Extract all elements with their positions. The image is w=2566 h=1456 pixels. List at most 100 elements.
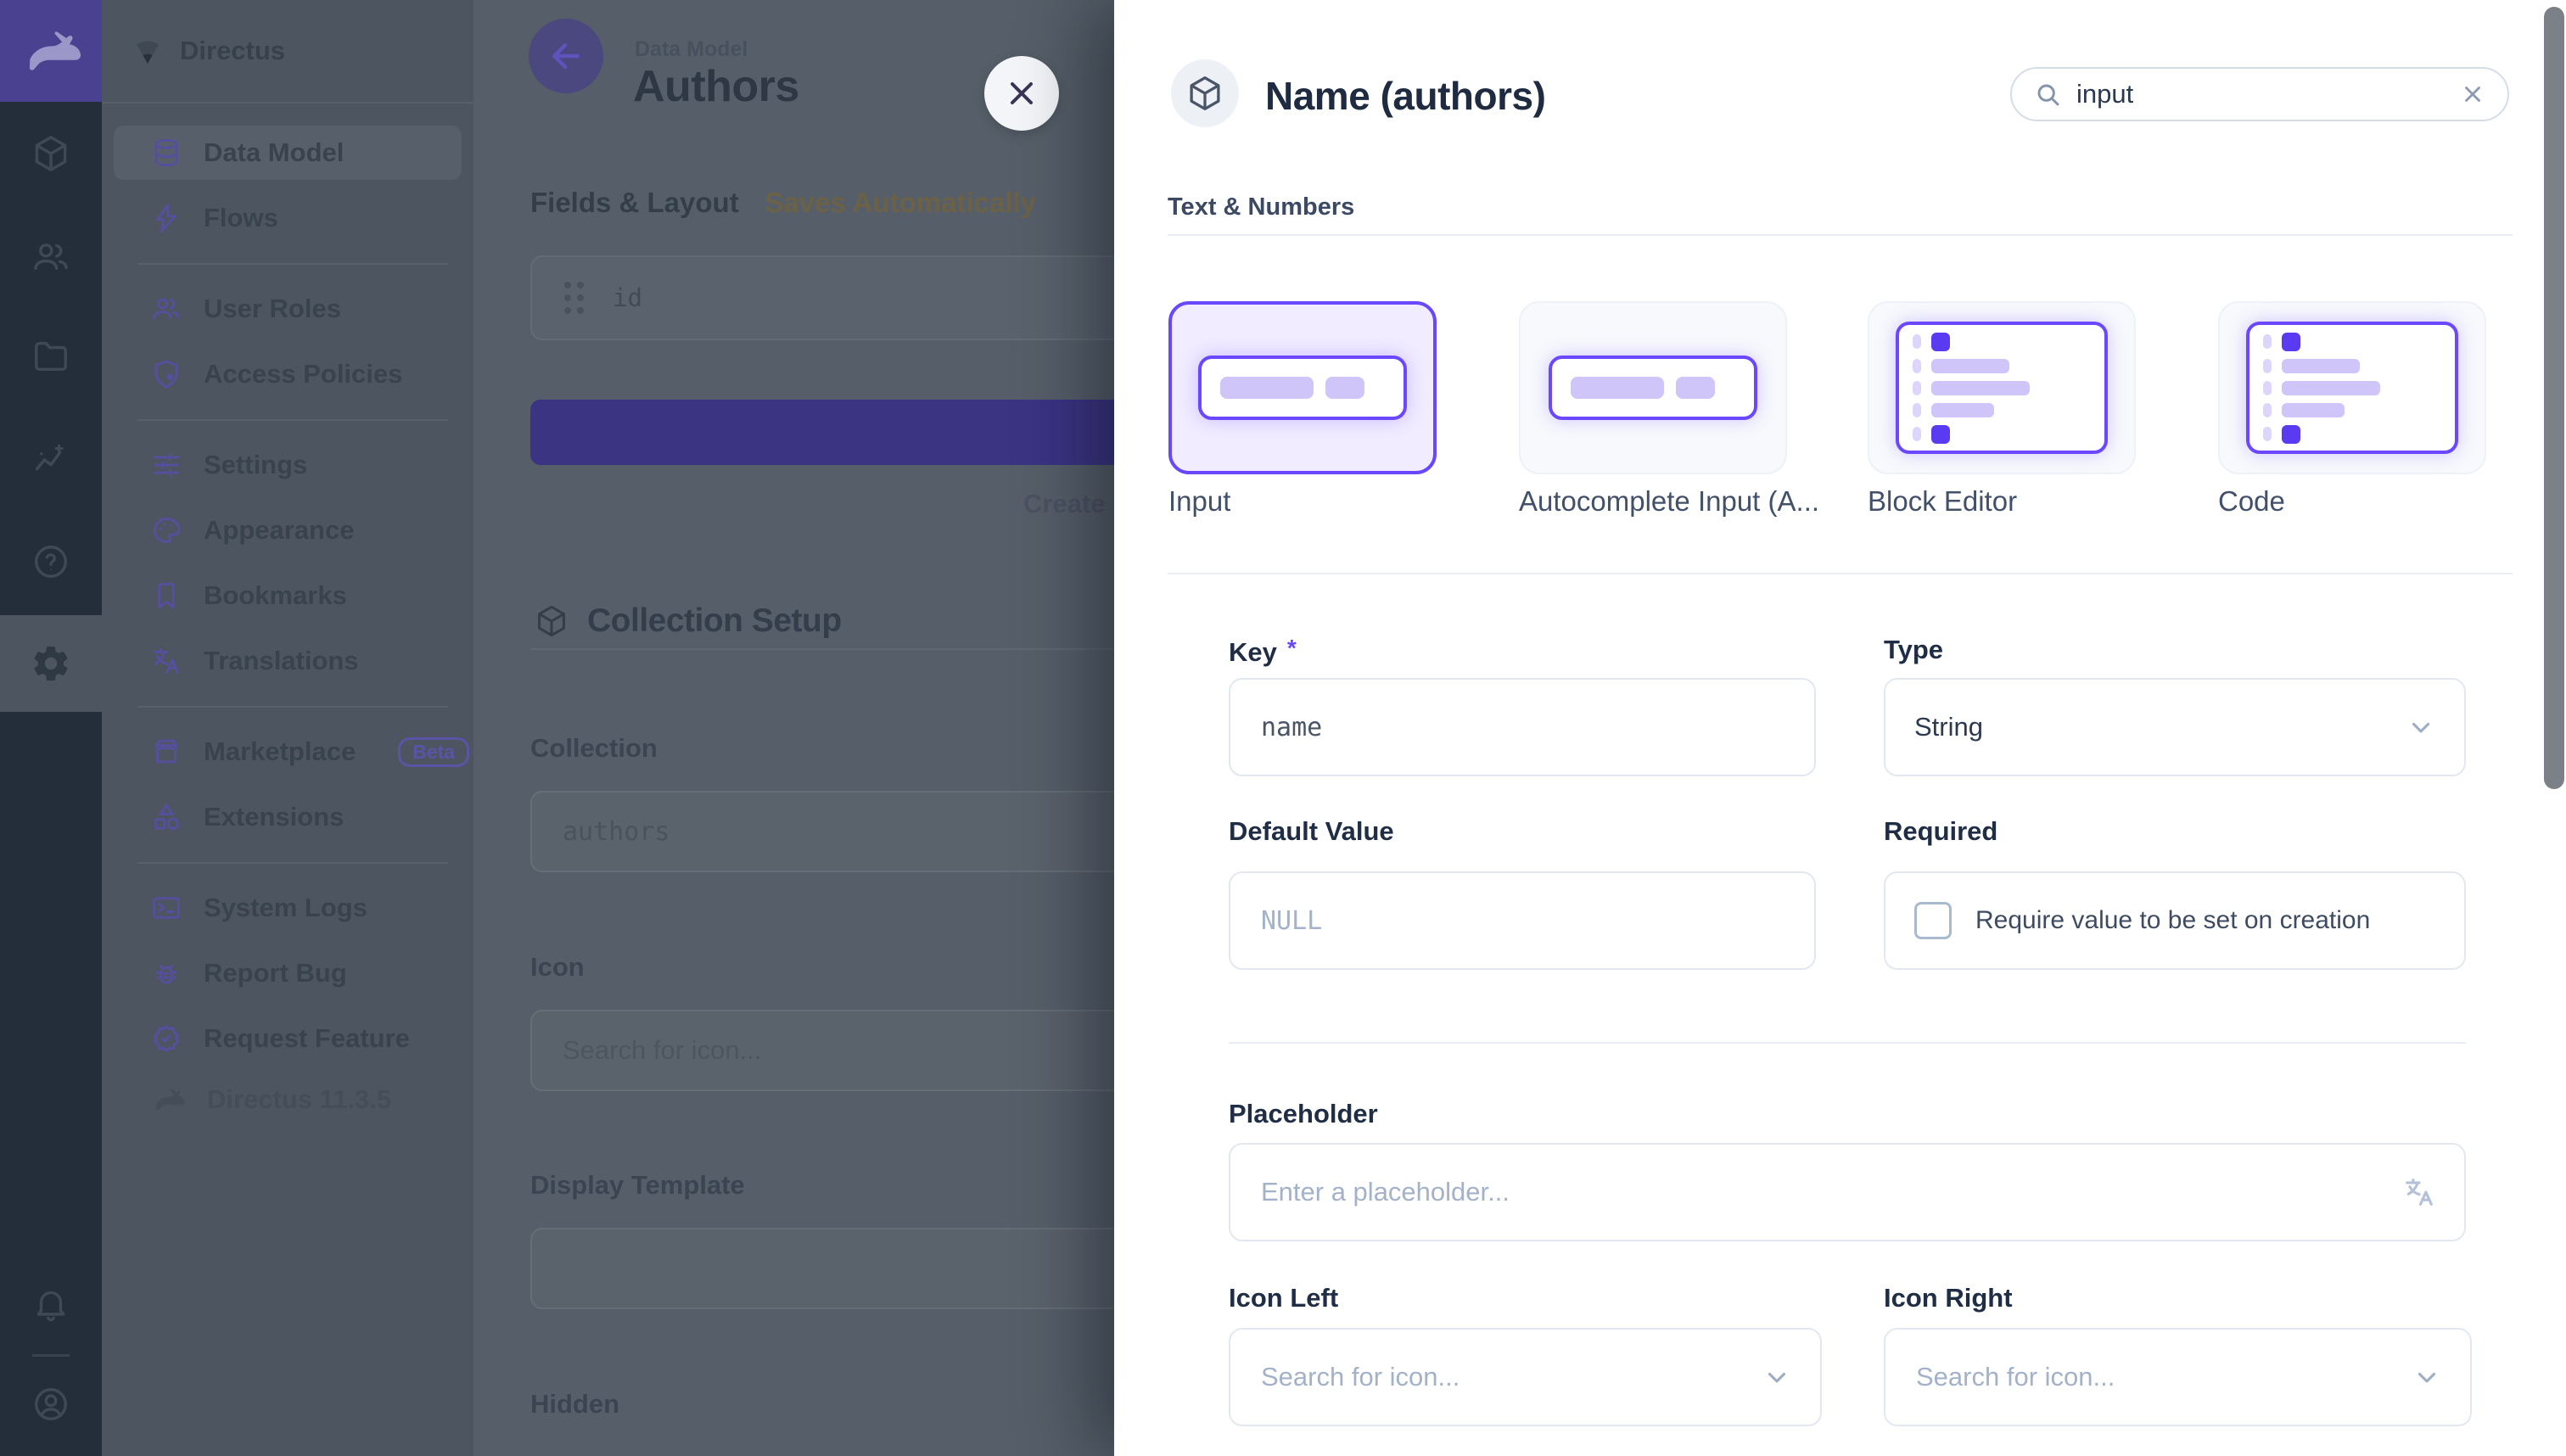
monitoring-icon xyxy=(31,440,70,479)
required-field[interactable]: Require value to be set on creation xyxy=(1884,871,2466,970)
interface-card-input[interactable] xyxy=(1168,301,1437,474)
nav-item-appearance[interactable]: Appearance xyxy=(114,503,462,557)
storefront-icon xyxy=(151,736,182,767)
required-checkbox[interactable] xyxy=(1914,902,1952,939)
module-help-button[interactable] xyxy=(0,524,102,600)
interface-card-code[interactable] xyxy=(2218,301,2486,474)
directus-logo[interactable] xyxy=(0,0,102,102)
close-drawer-button[interactable] xyxy=(984,56,1059,131)
module-insights-button[interactable] xyxy=(0,422,102,498)
settings-nav-sidebar: Directus Data Model Flows User Roles xyxy=(102,0,473,1456)
bolt-icon xyxy=(151,203,182,233)
icon-right-input[interactable] xyxy=(1914,1361,2395,1393)
icon-input[interactable]: Search for icon... xyxy=(530,1010,1114,1091)
interface-card-autocomplete[interactable] xyxy=(1519,301,1787,474)
nav-item-label: Bookmarks xyxy=(204,580,347,611)
nav-divider xyxy=(137,263,448,265)
nav-item-access-policies[interactable]: Access Policies xyxy=(114,347,462,401)
notifications-button[interactable] xyxy=(0,1266,102,1342)
required-star: * xyxy=(1287,635,1297,661)
search-icon xyxy=(2034,81,2061,108)
default-value-label: Default Value xyxy=(1229,816,1394,847)
nav-item-extensions[interactable]: Extensions xyxy=(114,790,462,844)
display-template-input[interactable] xyxy=(530,1228,1114,1309)
icon-right-select[interactable] xyxy=(1884,1328,2472,1426)
users-icon xyxy=(151,294,182,324)
clear-search-icon[interactable] xyxy=(2460,81,2485,107)
nav-item-settings[interactable]: Settings xyxy=(114,438,462,492)
nav-item-label: Translations xyxy=(204,646,359,676)
nav-item-label: Extensions xyxy=(204,802,344,832)
icon-left-select[interactable] xyxy=(1229,1328,1822,1426)
nav-item-data-model[interactable]: Data Model xyxy=(114,126,462,180)
module-users-button[interactable] xyxy=(0,219,102,295)
drawer-header-icon-badge xyxy=(1171,59,1239,127)
interface-card-label: Code xyxy=(2218,485,2285,518)
chevron-down-icon xyxy=(1762,1363,1791,1392)
key-label: Key* xyxy=(1229,635,1297,668)
module-rail xyxy=(0,0,102,1456)
key-field[interactable] xyxy=(1229,678,1816,776)
create-field-button[interactable] xyxy=(530,400,1114,465)
module-files-button[interactable] xyxy=(0,318,102,395)
icon-left-input[interactable] xyxy=(1259,1361,1745,1393)
nav-item-marketplace[interactable]: Marketplace Beta xyxy=(114,725,462,779)
account-circle-icon xyxy=(31,1385,70,1424)
placeholder-field[interactable] xyxy=(1229,1143,2466,1241)
create-field-advanced-link[interactable]: Create F xyxy=(1023,489,1114,519)
nav-item-translations[interactable]: Translations xyxy=(114,634,462,688)
page-title: Authors xyxy=(633,61,799,112)
drag-handle-icon[interactable] xyxy=(564,282,584,314)
breadcrumb[interactable]: Data Model xyxy=(635,37,748,62)
module-content-button[interactable] xyxy=(0,115,102,192)
interface-search[interactable] xyxy=(2010,67,2509,121)
project-name: Directus xyxy=(180,36,285,66)
section-divider xyxy=(1168,573,2513,574)
collection-input[interactable]: authors xyxy=(530,791,1114,872)
required-label: Required xyxy=(1884,816,1997,847)
default-value-input[interactable] xyxy=(1259,905,1785,937)
terminal-icon xyxy=(151,893,182,923)
nav-item-label: Settings xyxy=(204,450,307,480)
cube-icon xyxy=(535,604,569,638)
help-icon xyxy=(31,542,70,581)
interface-card-block-editor[interactable] xyxy=(1868,301,2136,474)
project-header[interactable]: Directus xyxy=(102,0,473,104)
nav-item-request-feature[interactable]: Request Feature xyxy=(114,1011,462,1066)
nav-item-system-logs[interactable]: System Logs xyxy=(114,881,462,935)
default-value-field[interactable] xyxy=(1229,871,1816,970)
translate-icon[interactable] xyxy=(2403,1176,2435,1208)
placeholder-input[interactable] xyxy=(1259,1176,2386,1208)
nav-item-report-bug[interactable]: Report Bug xyxy=(114,946,462,1000)
hidden-label: Hidden xyxy=(530,1389,619,1420)
nav-item-bookmarks[interactable]: Bookmarks xyxy=(114,568,462,623)
account-button[interactable] xyxy=(0,1366,102,1442)
type-label: Type xyxy=(1884,635,1943,665)
icon-right-label: Icon Right xyxy=(1884,1283,2013,1313)
input-preview xyxy=(1198,356,1407,420)
version-info: Directus 11.3.5 xyxy=(114,1072,462,1127)
drawer-scrollbar[interactable] xyxy=(2544,7,2564,789)
interface-search-input[interactable] xyxy=(2075,78,2446,110)
rabbit-icon xyxy=(20,31,81,70)
category-icon xyxy=(151,802,182,832)
nav-item-user-roles[interactable]: User Roles xyxy=(114,282,462,336)
field-name: id xyxy=(613,283,642,312)
field-row-id[interactable]: id xyxy=(530,255,1114,340)
nav-item-flows[interactable]: Flows xyxy=(114,191,462,245)
chevron-down-icon xyxy=(2412,1363,2441,1392)
cube-icon xyxy=(1186,75,1224,112)
key-input[interactable] xyxy=(1259,712,1785,743)
icon-left-label: Icon Left xyxy=(1229,1283,1338,1313)
type-select[interactable]: String xyxy=(1884,678,2466,776)
interface-card-label: Autocomplete Input (A... xyxy=(1519,485,1819,518)
version-label: Directus 11.3.5 xyxy=(207,1084,391,1115)
nav-item-label: System Logs xyxy=(204,893,367,923)
back-button[interactable] xyxy=(529,19,603,93)
interface-group-label: Text & Numbers xyxy=(1168,193,1354,221)
icon-placeholder: Search for icon... xyxy=(563,1035,761,1066)
bookmark-icon xyxy=(151,580,182,611)
rabbit-icon xyxy=(151,1089,185,1111)
group-divider xyxy=(1168,234,2513,236)
module-settings-button[interactable] xyxy=(0,625,102,702)
